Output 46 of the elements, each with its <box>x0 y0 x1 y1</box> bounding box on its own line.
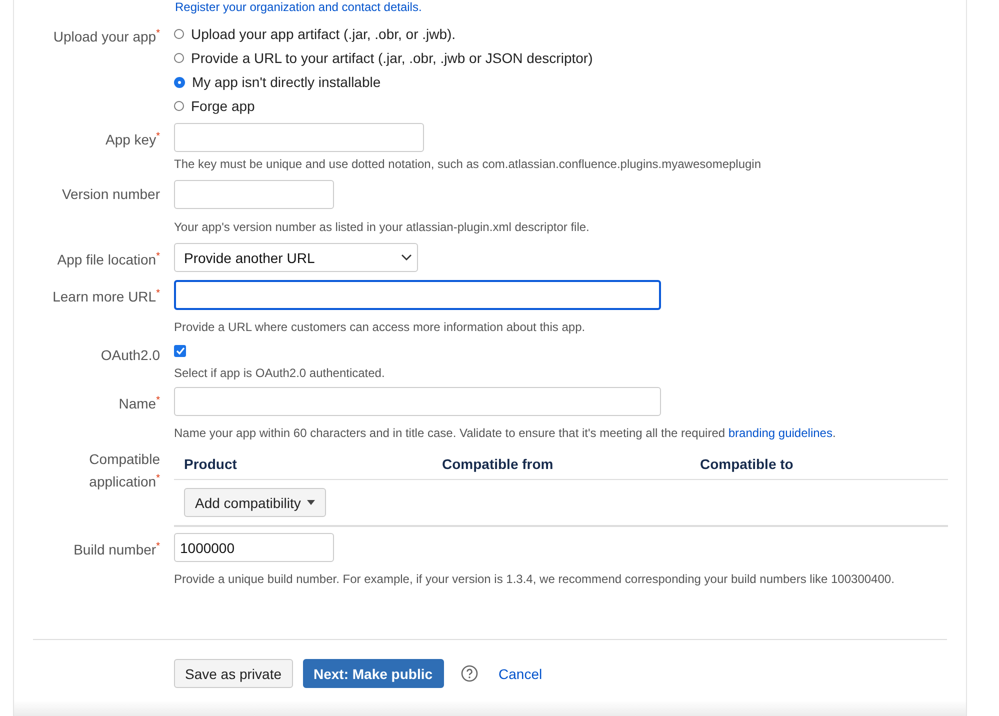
radio-button[interactable] <box>174 53 184 63</box>
chevron-icon <box>401 254 412 261</box>
field-label: Upload your app$^{*}$ <box>52 27 160 47</box>
radio-label: Upload your app artifact (.jar, .obr, or .jwb). <box>191 26 456 42</box>
required-asterisk: * <box>156 28 160 39</box>
cancel-link[interactable]: Cancel <box>498 666 542 682</box>
field-label: App key$^{*}$ <box>104 130 160 150</box>
field-label: Name$^{*}$ <box>118 394 160 414</box>
required-asterisk: * <box>156 541 160 552</box>
save-private-button[interactable]: Save as private <box>174 659 292 688</box>
help-text: Provide a unique build number. For example, if your version is 1.3.4, we recommend corresponding your build numbers like 100300400. <box>174 572 896 587</box>
field-label: Version number <box>60 185 160 204</box>
register-link[interactable]: Register your organization and contact details. <box>175 0 422 14</box>
radio-button[interactable] <box>174 29 184 39</box>
column-header: Compatible from <box>442 456 554 472</box>
help-text: Provide a URL where customers can access more information about this app. <box>174 320 586 335</box>
radio-button[interactable] <box>174 101 184 111</box>
required-asterisk: * <box>156 473 160 484</box>
field-label: OAuth2.0 <box>100 346 160 365</box>
branding-link[interactable]: branding guidelines <box>728 426 832 440</box>
column-header: Compatible to <box>700 456 794 472</box>
help-text: Select if app is OAuth2.0 authenticated. <box>174 366 386 381</box>
dropdown-field[interactable]: Provide another URL <box>174 243 418 272</box>
text-field[interactable] <box>174 280 661 310</box>
field-label: App file location$^{*}$ <box>56 250 160 270</box>
required-asterisk: * <box>156 251 160 262</box>
add-compatibility-button[interactable]: Add compatibility <box>184 488 326 517</box>
text-field[interactable]: 1000000 <box>174 533 334 562</box>
caret-icon <box>306 500 315 505</box>
radio-label: Provide a URL to your artifact (.jar, .obr, .jwb or JSON descriptor) <box>191 50 593 66</box>
field-label: Compatible application$^{*}$ <box>88 450 160 492</box>
make-public-button[interactable]: Next: Make public <box>302 659 444 688</box>
required-asterisk: * <box>156 395 160 406</box>
radio-button[interactable] <box>175 78 184 86</box>
radio-label: Forge app <box>191 98 255 114</box>
field-label: Build number$^{*}$ <box>72 540 160 560</box>
required-asterisk: * <box>156 131 160 142</box>
radio-label: My app isn't directly installable <box>192 74 381 90</box>
help-text: Name your app within 60 characters and in title case. Validate to ensure that it's meeting all the required branding guidelines. <box>174 426 837 441</box>
required-asterisk: * <box>156 288 160 299</box>
field-label: Learn more URL$^{*}$ <box>52 287 160 307</box>
help-text: The key must be unique and use dotted notation, such as com.atlassian.confluence.plugins.myawesomeplugin <box>174 157 762 172</box>
checkbox[interactable] <box>174 345 186 357</box>
column-header: Product <box>184 456 238 472</box>
help-text: Your app's version number as listed in your atlassian-plugin.xml descriptor file. <box>174 220 590 235</box>
help-icon[interactable] <box>460 665 478 682</box>
